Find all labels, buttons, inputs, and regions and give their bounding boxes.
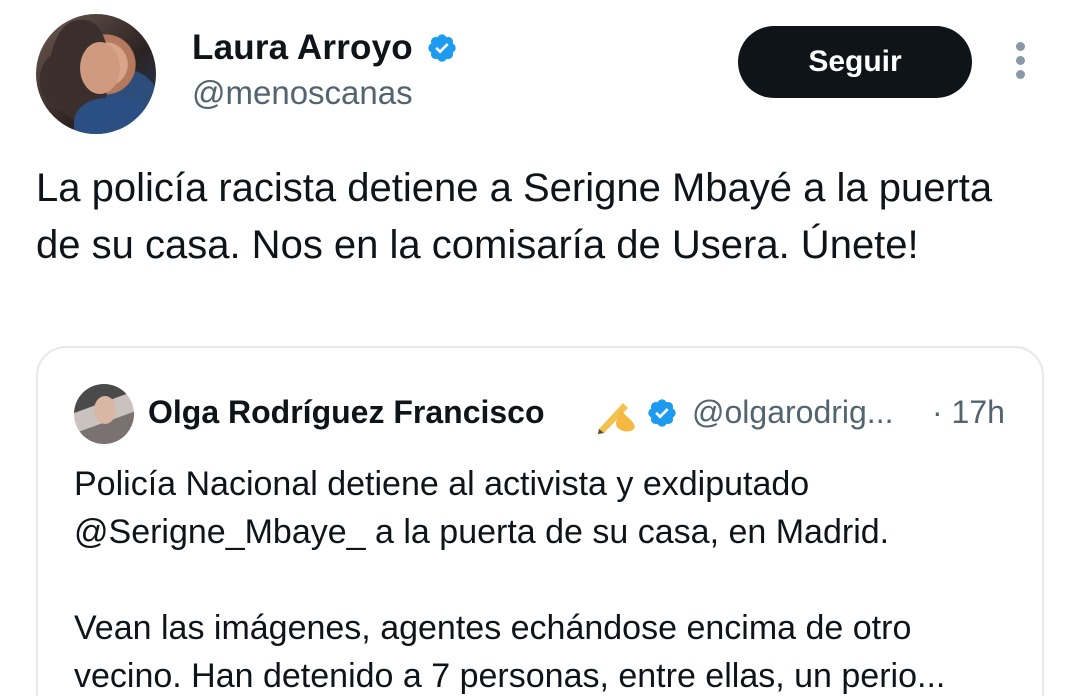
more-vertical-icon[interactable]	[1010, 42, 1030, 82]
verified-badge-icon	[648, 399, 676, 427]
avatar-face	[80, 42, 120, 94]
more-dot	[1015, 42, 1025, 51]
quoted-text-line: @Serigne_Mbaye_ a la puerta de su casa, …	[74, 513, 890, 551]
quoted-tweet-text: Policía Nacional detiene al activista y …	[74, 460, 1024, 696]
follow-button[interactable]: Seguir	[738, 26, 972, 98]
tweet-text: La policía racista detiene a Serigne Mba…	[36, 166, 993, 267]
quoted-text-line: vecino. Han detenido a 7 personas, entre…	[74, 657, 946, 695]
avatar-face	[94, 396, 116, 424]
more-dot	[1015, 70, 1025, 79]
quoted-text-line: Vean las imágenes, agentes echándose enc…	[74, 609, 912, 647]
avatar-shirt	[74, 98, 154, 134]
quoted-author-handle[interactable]: @olgarodrig...	[692, 394, 893, 431]
author-handle[interactable]: @menoscanas	[192, 74, 413, 112]
quoted-author-name[interactable]: Olga Rodríguez Francisco	[148, 394, 545, 431]
verified-badge-icon	[428, 34, 456, 62]
quoted-timestamp[interactable]: · 17h	[932, 394, 1005, 431]
author-name[interactable]: Laura Arroyo	[192, 28, 413, 68]
quoted-author-avatar[interactable]	[74, 384, 134, 444]
author-avatar[interactable]	[36, 14, 156, 134]
quoted-text-line: Policía Nacional detiene al activista y …	[74, 465, 810, 503]
quoted-tweet-card[interactable]: Olga Rodríguez Francisco @olgarodrig... …	[36, 346, 1044, 696]
writing-hand-emoji-icon	[595, 395, 637, 435]
more-dot	[1015, 56, 1025, 65]
